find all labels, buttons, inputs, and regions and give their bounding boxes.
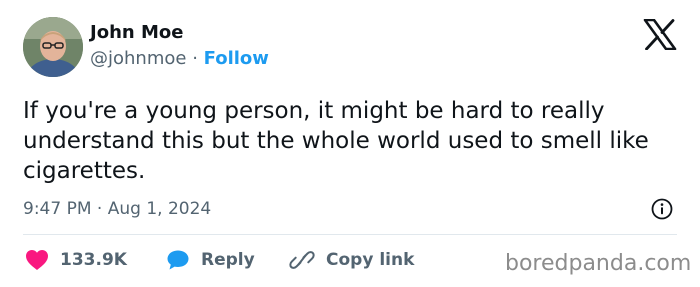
avatar-image (23, 17, 83, 77)
copy-link-button[interactable]: Copy link (289, 247, 414, 273)
follow-button[interactable]: Follow (204, 48, 269, 69)
watermark: boredpanda.com (505, 251, 692, 276)
reply-button[interactable]: Reply (166, 247, 255, 273)
author-name[interactable]: John Moe (90, 22, 183, 44)
tweet-time[interactable]: 9:47 PM (23, 199, 92, 219)
tweet-date[interactable]: Aug 1, 2024 (108, 199, 212, 219)
author-handle[interactable]: @johnmoe (90, 48, 186, 69)
reply-label: Reply (201, 250, 255, 270)
speech-bubble-icon (167, 250, 189, 270)
like-count: 133.9K (60, 250, 127, 270)
avatar[interactable] (23, 17, 83, 77)
like-button[interactable]: 133.9K (25, 247, 127, 273)
heart-icon (26, 250, 48, 270)
link-icon (289, 251, 315, 269)
copy-link-label: Copy link (326, 250, 415, 270)
x-logo-icon[interactable] (643, 18, 677, 51)
info-icon[interactable] (651, 198, 673, 220)
author-handle-row: @johnmoe · Follow (90, 48, 269, 70)
divider (23, 234, 677, 235)
tweet-text: If you're a young person, it might be ha… (23, 98, 649, 184)
timestamp-separator: · (96, 199, 103, 219)
timestamp[interactable]: 9:47 PM · Aug 1, 2024 (23, 198, 211, 220)
handle-separator: · (192, 48, 198, 69)
